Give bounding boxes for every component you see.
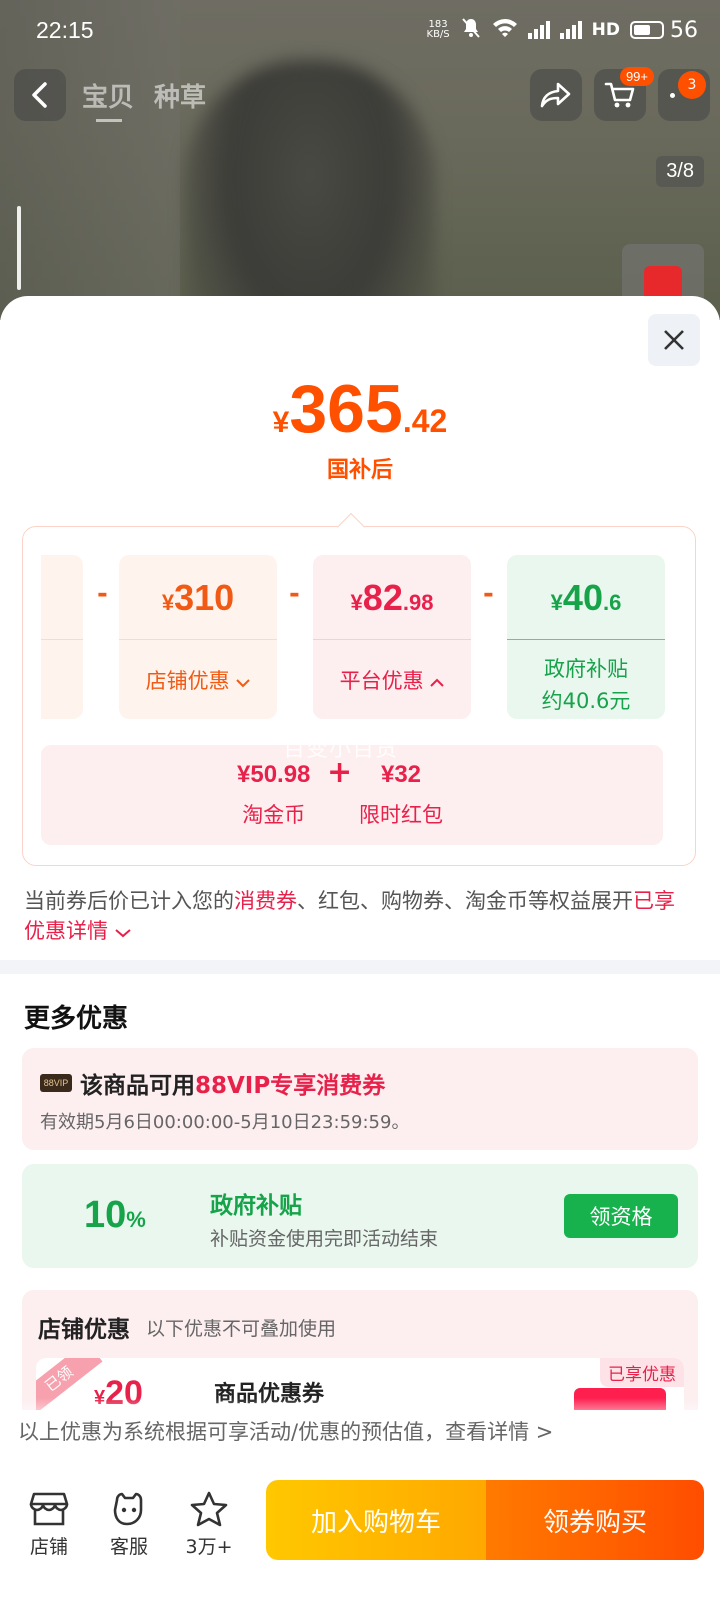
platform-discount-details: 百变小百货 ¥50.98 淘金币 + ¥32 限时红包 <box>41 737 663 845</box>
platform-discount-amount: ¥82.98 <box>350 577 434 618</box>
close-button[interactable] <box>648 314 700 366</box>
card-divider <box>119 639 277 640</box>
platform-discount-label: 平台优惠 <box>313 665 471 695</box>
plus-sign: + <box>327 755 353 790</box>
minus-sign-3: - <box>483 579 494 609</box>
signal-icon-1 <box>527 21 550 39</box>
discount-breakdown: - ¥310 店铺优惠 - ¥82.98 平台优惠 - ¥40.6 政府补贴 约4… <box>22 512 696 866</box>
consumption-coupon-link[interactable]: 消费券 <box>234 889 297 913</box>
chevron-down-icon <box>236 679 251 688</box>
service-face-icon <box>113 1492 143 1526</box>
nav-actions: 99+ 3 <box>530 67 710 121</box>
store-icon <box>29 1492 69 1526</box>
chevron-up-icon <box>430 678 445 687</box>
product-image-area[interactable]: 22:15 183 KB/S HD 56 宝贝 种草 99+ 3 3/8 <box>0 0 720 320</box>
shop-discount-hint: 以下优惠不可叠加使用 <box>146 1318 337 1340</box>
more-discounts-title: 更多优惠 <box>24 1004 129 1034</box>
shop-discount-section: 店铺优惠 以下优惠不可叠加使用 已领 ¥20 商品优惠券 已享优惠 <box>22 1290 698 1410</box>
side-floating-button[interactable] <box>622 244 704 304</box>
vip-coupon-title: 该商品可用88VIP专享消费券 <box>80 1073 386 1099</box>
mute-bell-icon <box>460 17 482 43</box>
shop-discount-title: 店铺优惠 <box>38 1317 130 1343</box>
breakdown-card-partial <box>41 555 83 719</box>
net-speed: 183 KB/S <box>426 19 450 40</box>
coin-discount: ¥50.98 淘金币 <box>237 761 311 827</box>
cart-button[interactable]: 99+ <box>594 67 654 121</box>
shop-discount-amount: ¥310 <box>161 577 235 618</box>
tab-seeding[interactable]: 种草 <box>154 77 206 114</box>
chevron-left-icon <box>32 82 47 108</box>
share-icon <box>540 82 571 108</box>
scroll-indicator <box>17 206 21 290</box>
status-bar: 22:15 183 KB/S HD 56 <box>0 0 720 60</box>
subsidy-title: 政府补贴 <box>210 1193 302 1219</box>
final-price: ¥365.42 <box>0 370 720 448</box>
vip-badge-icon: 88VIP <box>40 1074 72 1092</box>
shop-discount-label: 店铺优惠 <box>119 665 277 695</box>
minus-sign-1: - <box>97 579 108 609</box>
price-integer: 365 <box>289 371 403 447</box>
enjoyed-badge: 已享优惠 <box>600 1358 684 1387</box>
government-subsidy-card[interactable]: ¥40.6 政府补贴 约40.6元 <box>507 555 665 719</box>
claim-qualification-button[interactable]: 领资格 <box>564 1194 678 1238</box>
wifi-icon <box>492 18 518 42</box>
vip-coupon-card[interactable]: 88VIP 该商品可用88VIP专享消费券 有效期5月6日00:00:00-5月… <box>22 1048 698 1150</box>
close-icon <box>664 330 684 350</box>
battery-level: 56 <box>670 17 698 43</box>
cart-count-badge: 99+ <box>619 67 654 86</box>
message-count-badge: 3 <box>678 71 706 99</box>
price-currency: ¥ <box>272 406 290 439</box>
battery-icon <box>630 21 664 39</box>
government-subsidy-amount: ¥40.6 <box>550 577 622 618</box>
add-to-cart-button[interactable]: 加入购物车 <box>266 1480 486 1560</box>
tab-product[interactable]: 宝贝 <box>82 77 134 122</box>
government-subsidy-offer: 10% 政府补贴 补贴资金使用完即活动结束 领资格 <box>22 1164 698 1268</box>
chart-icon <box>644 266 682 300</box>
discount-sheet: ¥365.42 国补后 - ¥310 店铺优惠 - ¥82.98 平台优惠 - … <box>0 296 720 1600</box>
breakdown-notch <box>336 512 366 542</box>
nav-tabs: 宝贝 种草 <box>82 77 206 122</box>
card-divider <box>507 639 665 640</box>
estimate-details-link[interactable]: 以上优惠为系统根据可享活动/优惠的预估值，查看详情 > <box>18 1416 553 1446</box>
subsidy-percent: 10% <box>84 1194 146 1236</box>
vip-coupon-validity: 有效期5月6日00:00:00-5月10日23:59:59。 <box>40 1112 410 1133</box>
more-button[interactable]: 3 <box>658 69 710 121</box>
star-icon <box>190 1491 228 1527</box>
image-page-indicator: 3/8 <box>656 156 704 187</box>
subsidy-subtitle: 补贴资金使用完即活动结束 <box>210 1228 439 1250</box>
hd-label: HD <box>591 20 620 40</box>
red-packet-discount: ¥32 限时红包 <box>359 761 443 827</box>
signal-icon-2 <box>559 21 582 39</box>
status-icons: 183 KB/S HD 56 <box>427 17 698 43</box>
card-divider <box>313 639 471 640</box>
shop-discount-card[interactable]: ¥310 店铺优惠 <box>119 555 277 719</box>
bottom-action-bar: 店铺 客服 3万+ 加入购物车 领券购买 <box>0 1462 720 1600</box>
discount-note: 当前券后价已计入您的消费券、红包、购物券、淘金币等权益展开已享优惠详情 <box>24 889 675 943</box>
battery-indicator: 56 <box>630 18 698 43</box>
status-time: 22:15 <box>36 16 94 43</box>
more-dot-icon <box>670 93 675 98</box>
share-button[interactable] <box>530 69 582 121</box>
government-subsidy-label: 政府补贴 约40.6元 <box>541 657 631 713</box>
minus-sign-2: - <box>289 579 300 609</box>
platform-discount-card[interactable]: ¥82.98 平台优惠 <box>313 555 471 719</box>
back-button[interactable] <box>14 69 66 121</box>
price-label: 国补后 <box>326 458 393 483</box>
customer-service-button[interactable]: 客服 <box>94 1490 164 1559</box>
price-decimal: .42 <box>402 403 448 439</box>
chevron-down-icon[interactable] <box>115 928 131 938</box>
claim-coupon-buy-button[interactable]: 领券购买 <box>486 1480 704 1560</box>
shop-nav-button[interactable]: 店铺 <box>14 1490 84 1559</box>
favorite-button[interactable]: 3万+ <box>174 1490 244 1559</box>
section-divider <box>0 960 720 974</box>
top-nav: 宝贝 种草 99+ 3 <box>14 67 710 122</box>
